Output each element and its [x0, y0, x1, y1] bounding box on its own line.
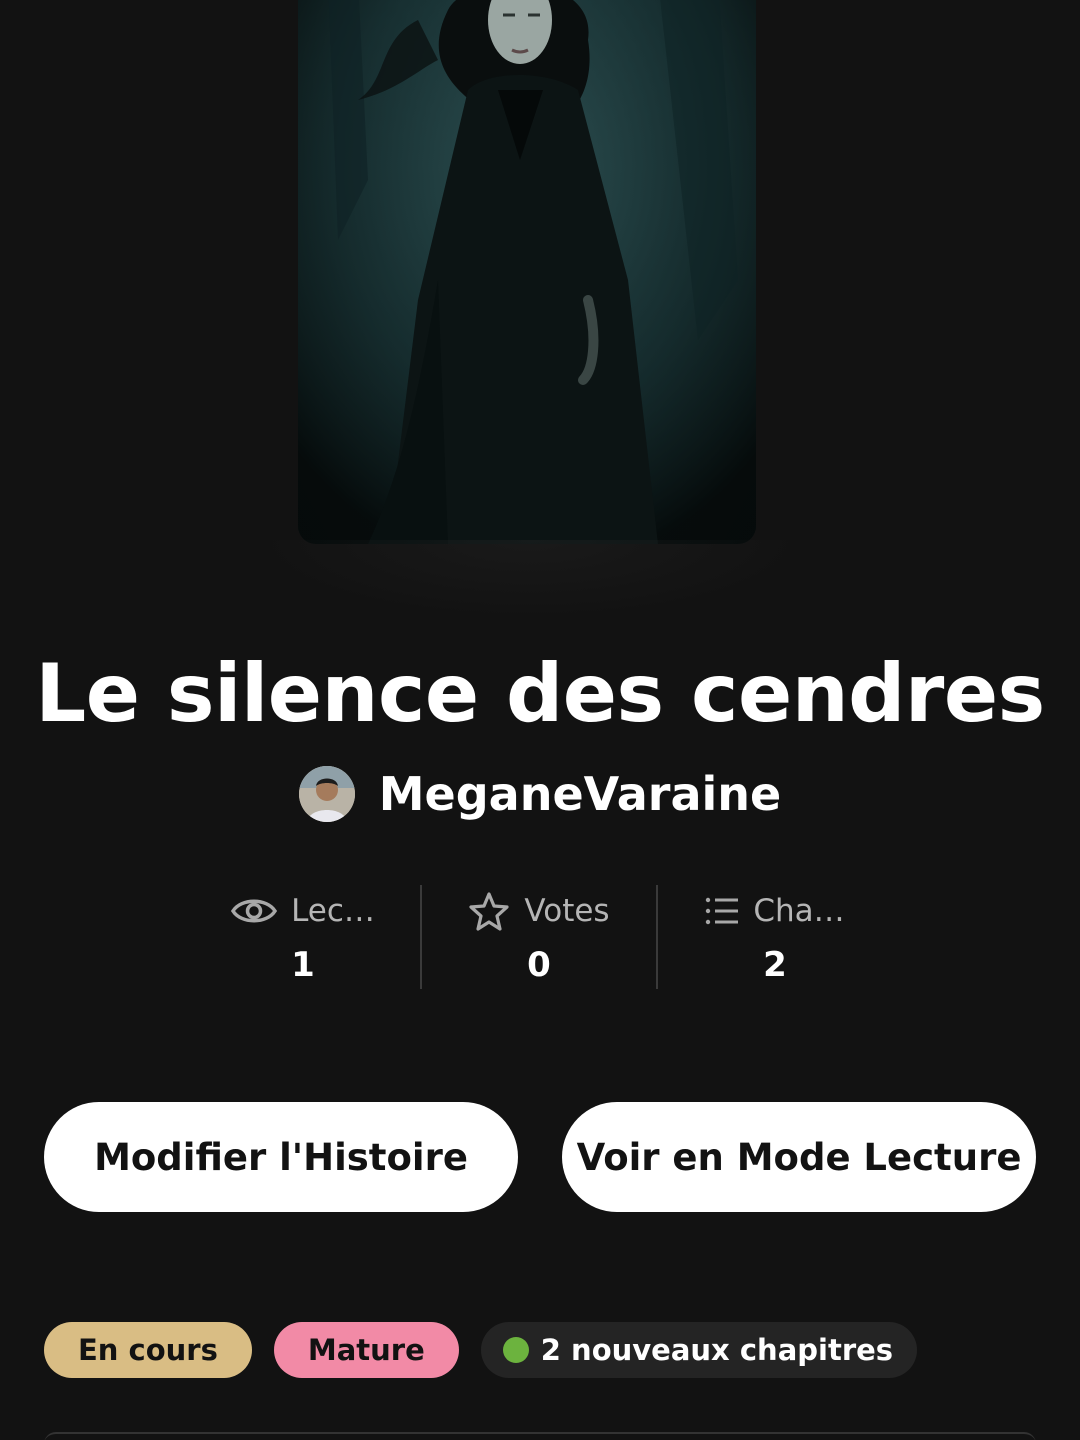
- story-details-page: Le silence des cendres MeganeVaraine Lec…: [0, 0, 1080, 1440]
- stat-reads-value: 1: [291, 945, 315, 985]
- star-icon: [468, 891, 510, 931]
- new-chapters-label: 2 nouveaux chapitres: [540, 1333, 894, 1367]
- cover-illustration: [298, 0, 756, 544]
- mature-tag: Mature: [273, 1322, 459, 1378]
- story-cover[interactable]: [298, 0, 756, 544]
- author-avatar[interactable]: [298, 766, 355, 822]
- story-stats: Lec… 1 Votes 0 Cha… 2: [186, 885, 892, 991]
- stat-votes: Votes 0: [422, 885, 656, 991]
- cover-shadow: [250, 540, 810, 620]
- stat-reads-header: Lec…: [231, 885, 375, 937]
- stat-chapters: Cha… 2: [658, 885, 892, 991]
- stat-reads-label: Lec…: [291, 893, 375, 929]
- edit-story-button[interactable]: Modifier l'Histoire: [44, 1102, 518, 1212]
- stat-chapters-label: Cha…: [753, 893, 845, 929]
- new-indicator-dot: [502, 1337, 529, 1363]
- stat-votes-header: Votes: [468, 885, 610, 937]
- reading-mode-button[interactable]: Voir en Mode Lecture: [562, 1102, 1036, 1212]
- stat-chapters-header: Cha…: [705, 885, 845, 937]
- stat-chapters-value: 2: [763, 945, 787, 985]
- author-row[interactable]: MeganeVaraine: [0, 766, 1080, 822]
- stat-votes-label: Votes: [524, 893, 610, 929]
- avatar-image: [298, 766, 355, 822]
- status-tag: En cours: [44, 1322, 252, 1378]
- eye-icon: [231, 894, 278, 928]
- story-tags: En cours Mature 2 nouveaux chapitres: [44, 1322, 918, 1378]
- author-name[interactable]: MeganeVaraine: [379, 767, 781, 821]
- stat-votes-value: 0: [527, 945, 551, 985]
- stat-reads: Lec… 1: [186, 885, 420, 991]
- new-chapters-tag[interactable]: 2 nouveaux chapitres: [480, 1322, 918, 1378]
- list-icon: [705, 896, 739, 926]
- section-card-edge: [44, 1432, 1036, 1440]
- story-title: Le silence des cendres: [35, 647, 1045, 740]
